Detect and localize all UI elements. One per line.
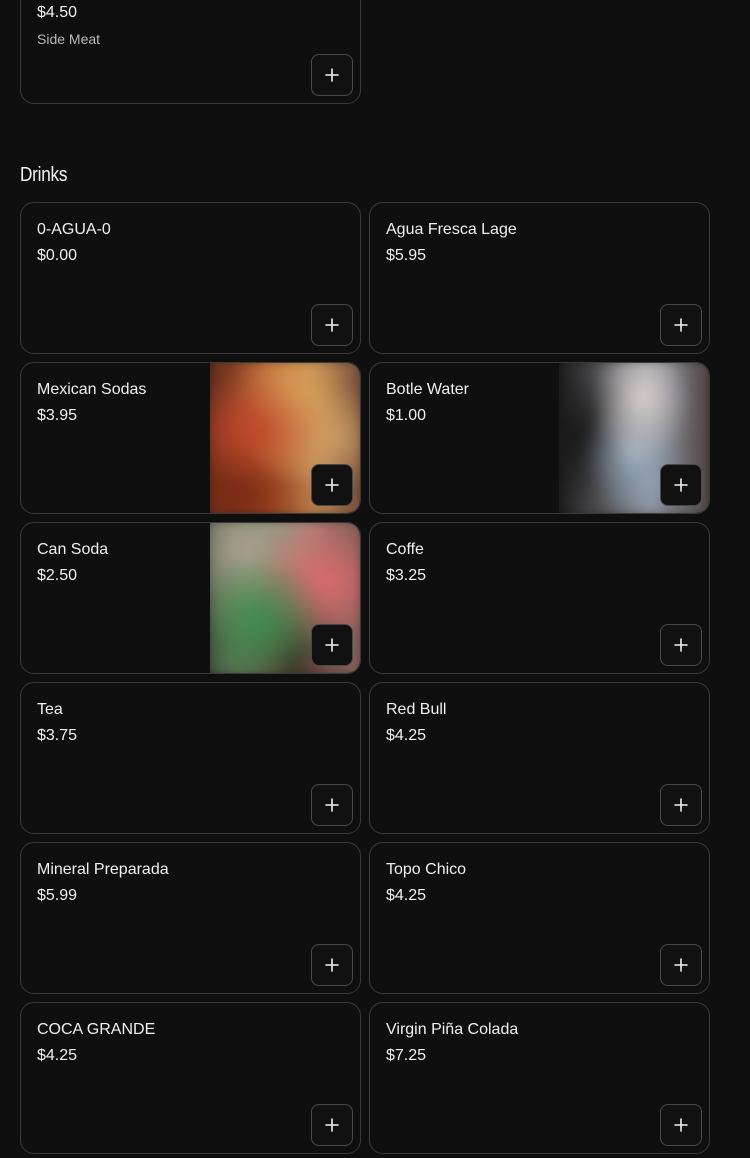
item-price: $2.50: [37, 567, 78, 584]
item-name: Mineral Preparada: [37, 861, 169, 878]
menu-item-card[interactable]: Botle Water $1.00: [369, 362, 710, 514]
menu-item-card[interactable]: Topo Chico $4.25: [369, 842, 710, 994]
section-title-drinks: Drinks: [20, 164, 68, 186]
item-price: $3.25: [386, 567, 427, 584]
item-price: $4.25: [386, 887, 427, 904]
item-price: $4.50: [37, 4, 78, 21]
add-to-cart-button[interactable]: [311, 624, 353, 666]
plus-icon: [325, 1118, 339, 1132]
item-price: $0.00: [37, 247, 78, 264]
menu-item-card[interactable]: Virgin Piña Colada $7.25: [369, 1002, 710, 1154]
item-name: Mexican Sodas: [37, 381, 147, 398]
plus-icon: [674, 1118, 688, 1132]
item-name: COCA GRANDE: [37, 1021, 156, 1038]
plus-icon: [674, 638, 688, 652]
menu-item-card[interactable]: Tea $3.75: [20, 682, 361, 834]
item-description: Side Meat: [37, 31, 101, 47]
item-price: $3.75: [37, 727, 78, 744]
item-price: $4.25: [37, 1047, 78, 1064]
menu-item-card[interactable]: Can Soda $2.50: [20, 522, 361, 674]
plus-icon: [325, 958, 339, 972]
plus-icon: [674, 478, 688, 492]
menu-item-card[interactable]: $4.50 Side Meat: [20, 0, 361, 104]
item-name: 0-AGUA-0: [37, 221, 111, 238]
item-name: Red Bull: [386, 701, 447, 718]
add-to-cart-button[interactable]: [660, 944, 702, 986]
menu-item-card[interactable]: Coffe $3.25: [369, 522, 710, 674]
item-name: Tea: [37, 701, 63, 718]
plus-icon: [325, 478, 339, 492]
menu-page: $4.50 Side Meat Drinks 0-AGUA-0 $0.00 Ag…: [0, 0, 750, 1158]
plus-icon: [325, 638, 339, 652]
item-name: Can Soda: [37, 541, 109, 558]
item-price: $5.99: [37, 887, 78, 904]
item-name: Coffe: [386, 541, 424, 558]
add-to-cart-button[interactable]: [660, 464, 702, 506]
menu-item-card[interactable]: Mexican Sodas $3.95: [20, 362, 361, 514]
plus-icon: [325, 68, 339, 82]
menu-item-card[interactable]: Mineral Preparada $5.99: [20, 842, 361, 994]
add-to-cart-button[interactable]: [311, 54, 353, 96]
item-name: Topo Chico: [386, 861, 467, 878]
item-price: $3.95: [37, 407, 78, 424]
add-to-cart-button[interactable]: [311, 1104, 353, 1146]
add-to-cart-button[interactable]: [660, 784, 702, 826]
add-to-cart-button[interactable]: [660, 624, 702, 666]
plus-icon: [674, 958, 688, 972]
plus-icon: [674, 318, 688, 332]
add-to-cart-button[interactable]: [311, 944, 353, 986]
menu-item-card[interactable]: Red Bull $4.25: [369, 682, 710, 834]
item-name: Virgin Piña Colada: [386, 1021, 519, 1038]
plus-icon: [325, 798, 339, 812]
item-name: Botle Water: [386, 381, 469, 398]
menu-item-card[interactable]: 0-AGUA-0 $0.00: [20, 202, 361, 354]
item-price: $1.00: [386, 407, 427, 424]
add-to-cart-button[interactable]: [311, 784, 353, 826]
add-to-cart-button[interactable]: [660, 1104, 702, 1146]
add-to-cart-button[interactable]: [311, 304, 353, 346]
item-price: $5.95: [386, 247, 427, 264]
item-price: $7.25: [386, 1047, 427, 1064]
plus-icon: [325, 318, 339, 332]
add-to-cart-button[interactable]: [660, 304, 702, 346]
menu-item-card[interactable]: Agua Fresca Lage $5.95: [369, 202, 710, 354]
item-price: $4.25: [386, 727, 427, 744]
add-to-cart-button[interactable]: [311, 464, 353, 506]
plus-icon: [674, 798, 688, 812]
menu-item-card[interactable]: COCA GRANDE $4.25: [20, 1002, 361, 1154]
item-name: Agua Fresca Lage: [386, 221, 517, 238]
